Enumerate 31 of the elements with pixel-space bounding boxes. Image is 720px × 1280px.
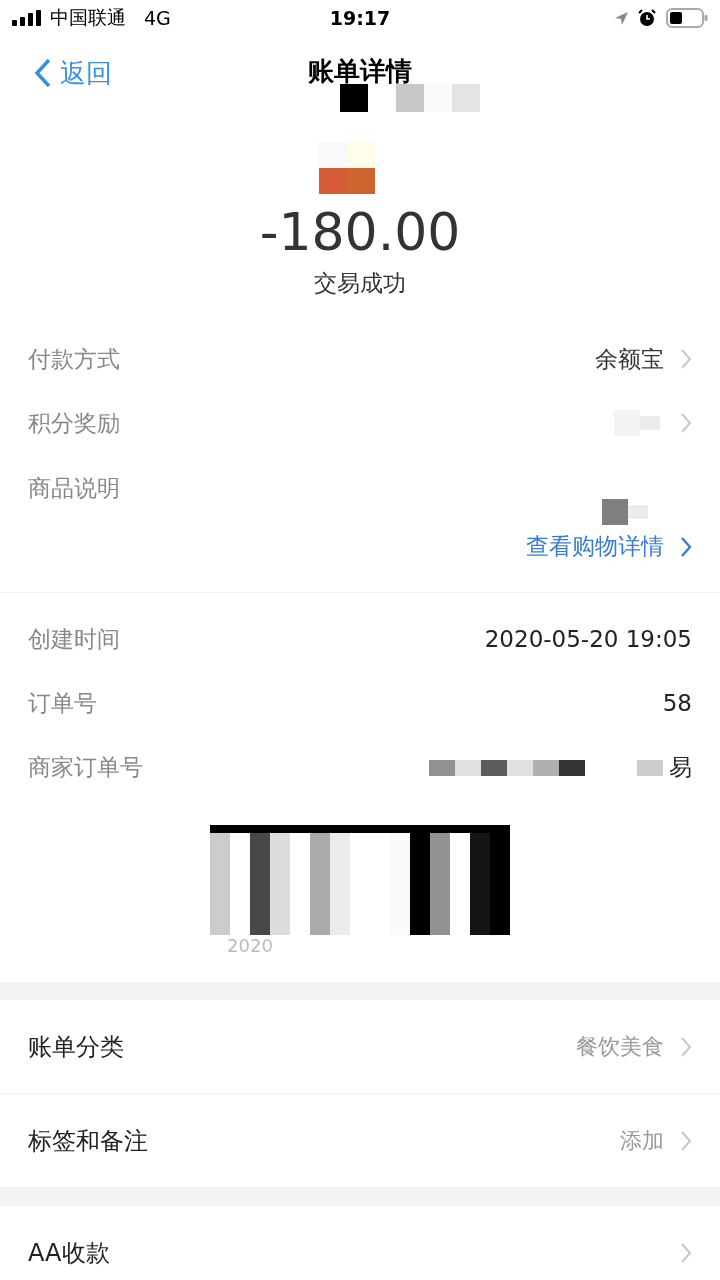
field-label: 积分奖励 [28,408,120,438]
field-value: 易 [669,752,692,782]
chevron-icon [680,1129,692,1152]
network-type: 4G [144,7,171,29]
location-icon [615,11,628,25]
back-button[interactable]: 返回 [34,55,112,91]
field-value: 58 [662,690,692,716]
back-chevron-icon [34,58,52,88]
amount-text: -180.00 [259,201,461,264]
order-number-caption: 2020 [227,935,273,956]
chevron-icon [680,412,692,434]
signal-icon [12,10,42,26]
field-value: 余额宝 [595,344,664,374]
carrier-name: 中国联通 [50,5,126,30]
page-title: 账单详情 [308,55,412,88]
transaction-status: 交易成功 [314,269,406,298]
chevron-icon [680,535,692,558]
field-label: 创建时间 [28,624,120,654]
field-label: 商家订单号 [28,752,143,782]
clock-time: 19:17 [329,7,391,29]
alarm-icon [638,9,656,27]
chevron-icon [680,1035,692,1058]
shopping-details-link[interactable]: 查看购物详情 [526,531,692,562]
field-label: 订单号 [28,688,97,718]
field-label: 商品说明 [28,474,120,503]
battery-icon [666,8,708,28]
merchant-logo-mosaic [319,142,375,194]
chevron-icon [680,348,692,370]
field-value: 2020-05-20 19:05 [484,626,692,652]
field-label: 付款方式 [28,344,120,374]
chevron-icon [680,1241,692,1264]
